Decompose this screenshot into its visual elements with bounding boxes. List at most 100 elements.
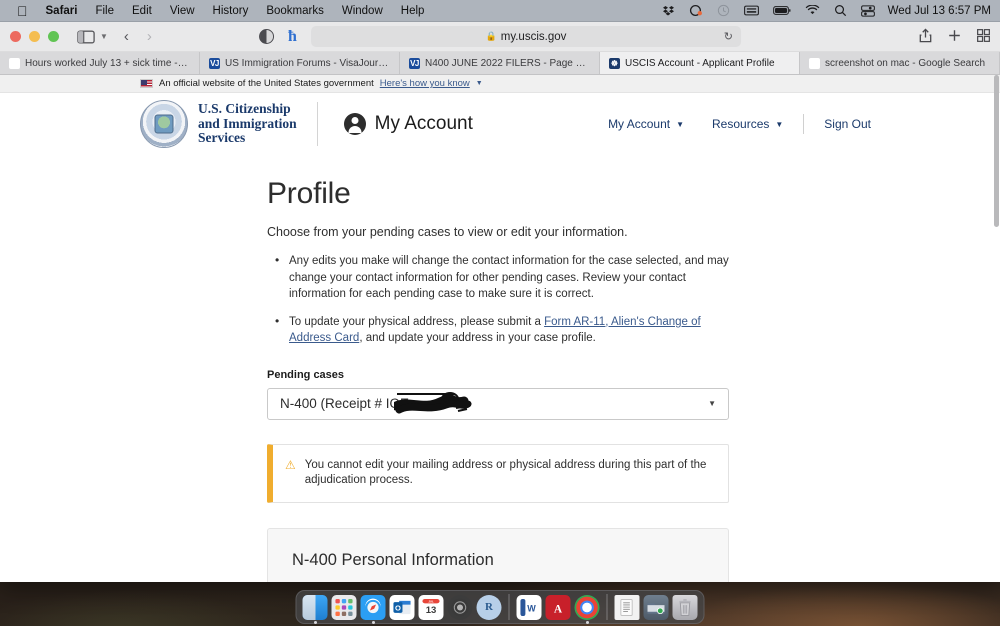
reload-icon[interactable]: ↻ xyxy=(724,30,733,43)
new-tab-button[interactable] xyxy=(948,29,961,45)
battery-icon[interactable] xyxy=(766,5,798,16)
app-dark-icon[interactable] xyxy=(447,594,473,620)
reader-contrast-icon[interactable] xyxy=(259,29,275,44)
tab-title: N400 JUNE 2022 FILERS - Page 2 - US... xyxy=(425,57,590,69)
note-text-pre: To update your physical address, please … xyxy=(289,315,545,328)
calendar-icon[interactable]: JUL 13 xyxy=(418,594,444,620)
page-title: Profile xyxy=(267,177,351,210)
uscis-wordmark: U.S. Citizenship and Immigration Service… xyxy=(198,102,297,146)
personal-information-card: N-400 Personal Information Full name xyxy=(267,527,729,582)
alert-text: You cannot edit your mailing address or … xyxy=(304,458,707,487)
menu-item-view[interactable]: View xyxy=(161,0,204,22)
dock-separator xyxy=(606,594,608,620)
timemachine-icon[interactable] xyxy=(710,4,737,17)
menu-item-file[interactable]: File xyxy=(86,0,123,22)
card-heading: N-400 Personal Information xyxy=(292,550,494,569)
caret-down-icon[interactable]: ▼ xyxy=(708,399,716,408)
caret-down-icon: ▼ xyxy=(676,119,685,129)
sidebar-icon[interactable] xyxy=(77,29,95,44)
documents-stack-icon[interactable] xyxy=(614,594,640,620)
us-flag-icon xyxy=(140,79,153,88)
official-gov-banner: An official website of the United States… xyxy=(0,75,1000,93)
back-button[interactable]: ‹ xyxy=(124,28,129,45)
svg-text:A: A xyxy=(554,603,563,615)
search-icon[interactable] xyxy=(827,4,854,17)
svg-text:W: W xyxy=(527,603,536,613)
minimize-window-button[interactable] xyxy=(29,31,40,42)
word-icon[interactable]: W xyxy=(516,594,542,620)
caret-down-icon: ▼ xyxy=(775,119,784,129)
launchpad-icon[interactable] xyxy=(331,594,357,620)
safari-icon[interactable] xyxy=(360,594,386,624)
trash-icon[interactable] xyxy=(672,594,698,620)
toolbar-right xyxy=(919,27,990,46)
browser-tab-uscis-account[interactable]: ☸ USCIS Account - Applicant Profile xyxy=(600,52,800,74)
macos-menu-bar:  Safari File Edit View History Bookmark… xyxy=(0,0,1000,22)
menu-bar-clock[interactable]: Wed Jul 13 6:57 PM xyxy=(882,5,991,17)
close-window-button[interactable] xyxy=(10,31,21,42)
grammarly-extension-icon[interactable]: ħ xyxy=(288,28,297,46)
browser-tab-visajourney-forums[interactable]: VJ US Immigration Forums - VisaJourney xyxy=(200,52,400,74)
nav-resources[interactable]: Resources ▼ xyxy=(698,117,797,131)
tab-title: screenshot on mac - Google Search xyxy=(825,57,986,69)
menu-item-window[interactable]: Window xyxy=(333,0,392,22)
uscis-logo[interactable]: U.S. Citizenship and Immigration Service… xyxy=(0,100,297,148)
nav-divider xyxy=(803,114,805,134)
page-scrollbar[interactable] xyxy=(993,75,1000,582)
nav-my-account[interactable]: My Account ▼ xyxy=(594,117,698,131)
browser-tab-n400-filers[interactable]: VJ N400 JUNE 2022 FILERS - Page 2 - US..… xyxy=(400,52,600,74)
forward-button[interactable]: › xyxy=(147,28,152,45)
rstudio-icon[interactable]: R xyxy=(476,594,502,620)
menu-item-help[interactable]: Help xyxy=(392,0,434,22)
visajourney-icon: VJ xyxy=(209,57,220,69)
page-scrollbar-thumb[interactable] xyxy=(994,75,999,227)
sidebar-chevron-down-icon[interactable]: ▼ xyxy=(100,32,108,41)
wordmark-line-2: and Immigration xyxy=(198,115,297,131)
browser-tab-gmail[interactable]: M Hours worked July 13 + sick time - reb… xyxy=(0,52,200,74)
address-bar[interactable]: 🔒 my.uscis.gov ↻ xyxy=(310,26,741,47)
visajourney-icon: VJ xyxy=(409,57,420,69)
menu-item-safari[interactable]: Safari xyxy=(37,0,87,22)
tab-overview-icon[interactable] xyxy=(977,28,990,45)
user-avatar-icon xyxy=(343,113,366,135)
uscis-icon: ☸ xyxy=(609,57,620,69)
finder-icon[interactable] xyxy=(302,594,328,624)
dock-separator xyxy=(508,594,510,620)
outlook-icon[interactable]: O xyxy=(389,594,415,620)
tab-title: US Immigration Forums - VisaJourney xyxy=(225,57,390,69)
wifi-icon[interactable] xyxy=(798,5,827,16)
browser-tab-google-search[interactable]: G screenshot on mac - Google Search xyxy=(800,52,1000,74)
menu-bar-left:  Safari File Edit View History Bookmark… xyxy=(0,0,433,22)
menu-item-history[interactable]: History xyxy=(204,0,258,22)
downloads-folder-icon[interactable] xyxy=(643,594,669,620)
window-traffic-lights xyxy=(10,31,59,42)
pending-cases-select[interactable]: N-400 (Receipt # IOE ▼ xyxy=(267,387,729,420)
chrome-icon[interactable] xyxy=(574,594,600,624)
svg-text:JUL: JUL xyxy=(428,599,434,603)
dhs-seal-icon xyxy=(140,100,188,148)
dropbox-icon[interactable] xyxy=(655,5,682,17)
navigation-buttons: ‹ › xyxy=(124,28,152,45)
acrobat-icon[interactable]: A xyxy=(545,594,571,620)
menu-item-bookmarks[interactable]: Bookmarks xyxy=(257,0,333,22)
tab-title: Hours worked July 13 + sick time - rebec… xyxy=(25,57,190,69)
grammarly-icon[interactable] xyxy=(682,4,710,17)
content-wrapper: Profile Choose from your pending cases t… xyxy=(267,177,729,582)
browser-toolbar: ▼ ‹ › ħ 🔒 my.uscis.gov ↻ xyxy=(0,22,1000,52)
keyboard-icon[interactable] xyxy=(737,5,766,16)
svg-text:O: O xyxy=(395,603,401,612)
browser-tab-bar: M Hours worked July 13 + sick time - reb… xyxy=(0,52,1000,75)
maximize-window-button[interactable] xyxy=(48,31,59,42)
app-running-dot xyxy=(313,620,317,624)
lock-icon: 🔒 xyxy=(485,31,497,41)
chevron-down-icon[interactable]: ▼ xyxy=(476,80,483,87)
menu-item-edit[interactable]: Edit xyxy=(123,0,161,22)
list-item: To update your physical address, please … xyxy=(267,313,729,347)
apple-menu-icon[interactable]:  xyxy=(8,0,37,22)
sign-out-link[interactable]: Sign Out xyxy=(810,117,885,131)
heres-how-you-know-link[interactable]: Here's how you know xyxy=(380,78,470,89)
page-content: Profile Choose from your pending cases t… xyxy=(0,155,1000,582)
control-center-icon[interactable] xyxy=(854,4,882,17)
share-icon[interactable] xyxy=(919,27,932,46)
menu-bar-status-area: Wed Jul 13 6:57 PM xyxy=(655,4,1000,17)
